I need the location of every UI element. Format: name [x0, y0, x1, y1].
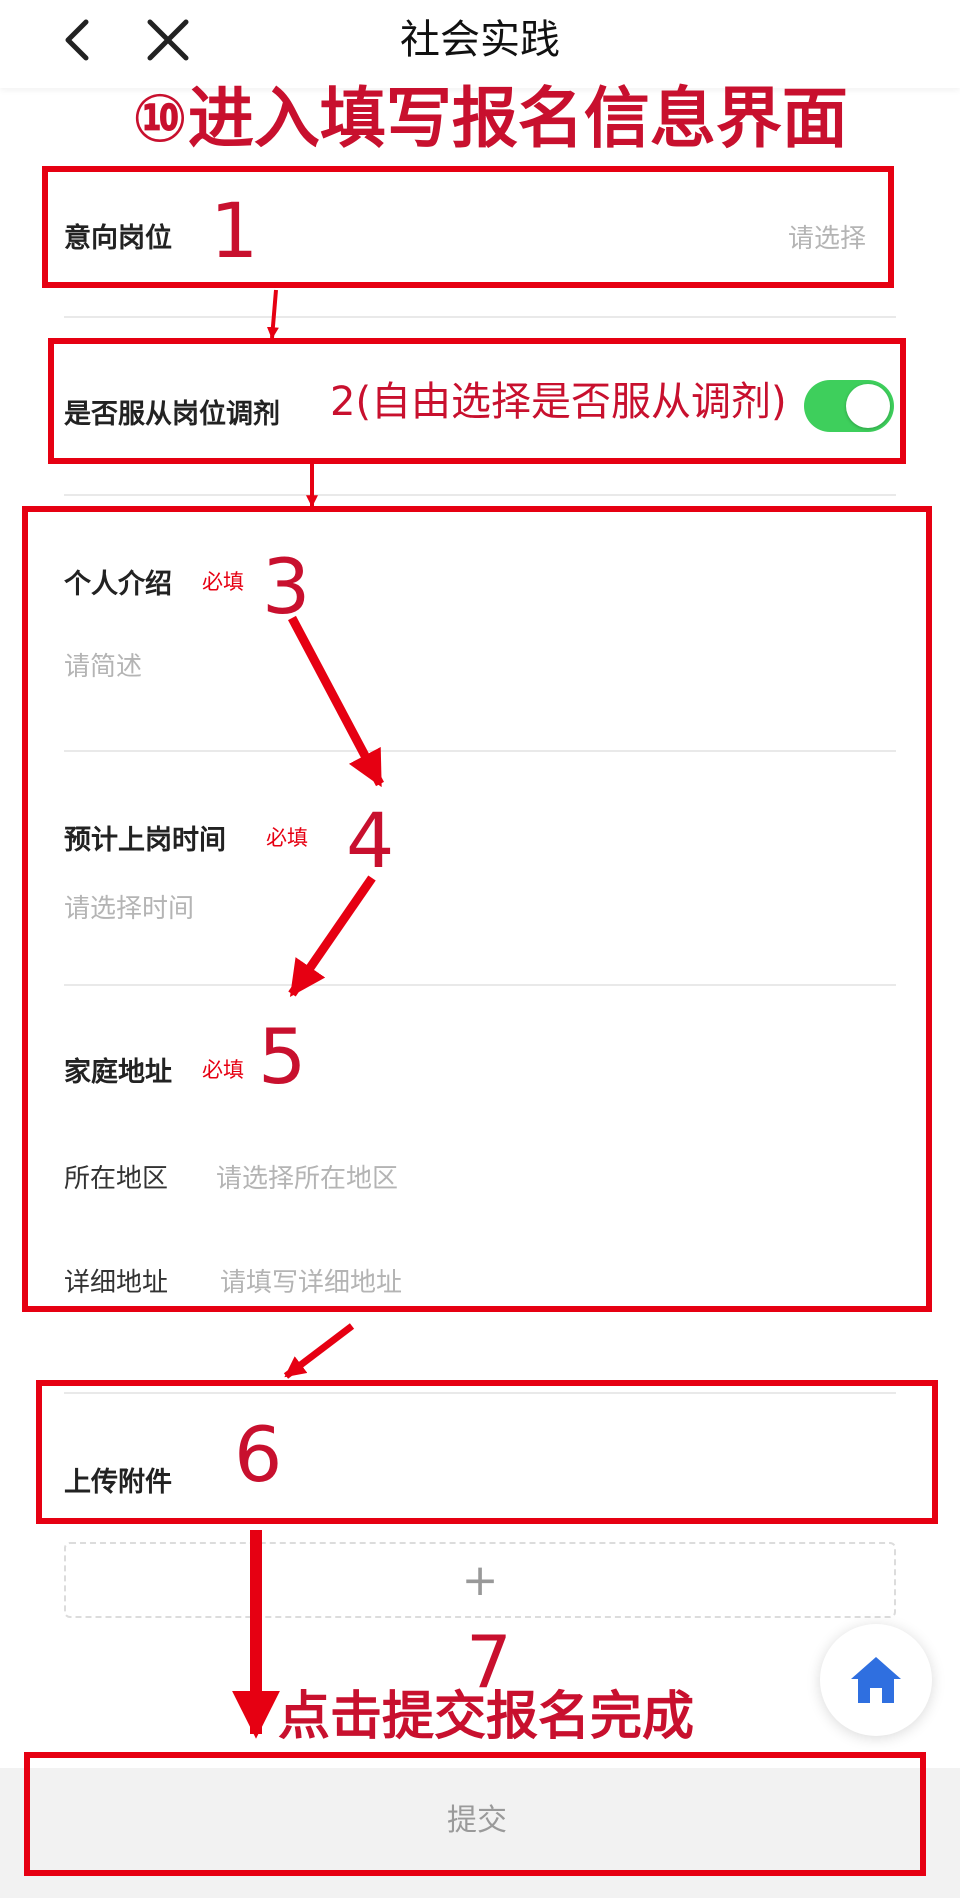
- arrow-4-to-5: [288, 875, 376, 997]
- arrow-3-to-4: [288, 615, 384, 788]
- arrow-5-to-6: [283, 1323, 355, 1379]
- arrow-1-to-2: [266, 289, 279, 340]
- annotation-arrows: [232, 289, 384, 1739]
